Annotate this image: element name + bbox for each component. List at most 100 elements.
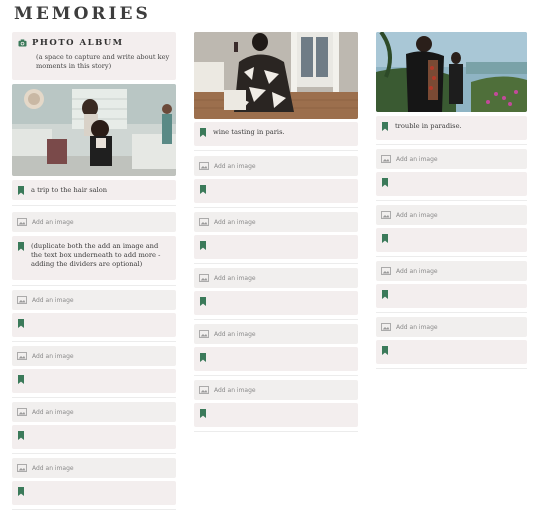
divider [194,319,358,320]
paradise-photo[interactable] [376,32,527,112]
image-icon [199,386,209,394]
divider [376,368,527,369]
caption-card[interactable] [12,313,176,337]
add-image-label: Add an image [396,267,438,275]
photo-album-header[interactable]: PHOTO ALBUM (a space to capture and writ… [12,32,176,80]
page-title: MEMORIES [14,4,151,24]
wine-tasting-photo[interactable] [194,32,358,119]
album-description: (a space to capture and write about key … [36,53,170,70]
image-icon [199,162,209,170]
add-image-button[interactable]: Add an image [376,261,527,281]
paradise-image [376,32,527,112]
image-icon [17,408,27,416]
caption-card[interactable]: (duplicate both the add an image and the… [12,236,176,280]
add-image-button[interactable]: Add an image [194,156,358,176]
caption-card[interactable] [376,172,527,196]
add-image-button[interactable]: Add an image [194,324,358,344]
add-image-label: Add an image [396,211,438,219]
image-icon [381,323,391,331]
caption-card[interactable]: trouble in paradise. [376,116,527,140]
image-icon [17,296,27,304]
image-icon [17,352,27,360]
caption-text: a trip to the hair salon [31,186,108,194]
album-title: PHOTO ALBUM [32,38,124,48]
caption-text: wine tasting in paris. [213,128,285,136]
image-icon [17,218,27,226]
add-image-button[interactable]: Add an image [376,205,527,225]
bookmark-icon [18,487,24,496]
add-image-label: Add an image [396,155,438,163]
bookmark-icon [18,375,24,384]
add-image-button[interactable]: Add an image [12,346,176,366]
divider [194,263,358,264]
image-icon [199,218,209,226]
caption-card[interactable] [194,235,358,259]
add-image-label: Add an image [214,386,256,394]
add-image-label: Add an image [32,218,74,226]
bookmark-icon [382,234,388,243]
caption-card[interactable] [194,403,358,427]
caption-card[interactable]: a trip to the hair salon [12,180,176,200]
add-image-button[interactable]: Add an image [194,380,358,400]
add-image-button[interactable]: Add an image [194,212,358,232]
divider [194,207,358,208]
add-image-label: Add an image [214,162,256,170]
caption-text: (duplicate both the add an image and the… [31,242,161,268]
image-icon [381,155,391,163]
bookmark-icon [200,297,206,306]
caption-card[interactable] [376,228,527,252]
add-image-button[interactable]: Add an image [12,402,176,422]
caption-card[interactable]: wine tasting in paris. [194,122,358,146]
bookmark-icon [200,409,206,418]
divider [194,375,358,376]
bookmark-icon [200,128,206,137]
bookmark-icon [18,242,24,251]
divider [376,144,527,145]
divider [194,150,358,151]
hair-salon-photo[interactable] [12,84,176,176]
caption-card[interactable] [194,291,358,315]
add-image-button[interactable]: Add an image [12,290,176,310]
add-image-label: Add an image [32,352,74,360]
add-image-label: Add an image [214,274,256,282]
add-image-button[interactable]: Add an image [376,149,527,169]
add-image-label: Add an image [32,296,74,304]
caption-card[interactable] [12,425,176,449]
bookmark-icon [200,353,206,362]
divider [12,453,176,454]
caption-card[interactable] [12,369,176,393]
add-image-label: Add an image [32,408,74,416]
divider [376,256,527,257]
add-image-label: Add an image [214,330,256,338]
bookmark-icon [18,431,24,440]
caption-card[interactable] [12,481,176,505]
bookmark-icon [382,346,388,355]
divider [376,200,527,201]
caption-card[interactable] [376,340,527,364]
caption-card[interactable] [194,179,358,203]
caption-card[interactable] [376,284,527,308]
image-icon [199,274,209,282]
caption-text: trouble in paradise. [395,122,462,130]
add-image-label: Add an image [396,323,438,331]
bookmark-icon [382,178,388,187]
image-icon [381,211,391,219]
divider [376,312,527,313]
wine-tasting-image [194,32,358,119]
image-icon [381,267,391,275]
image-icon [199,330,209,338]
add-image-button[interactable]: Add an image [376,317,527,337]
divider [12,397,176,398]
divider [12,205,176,206]
divider [194,431,358,432]
add-image-button[interactable]: Add an image [12,458,176,478]
divider [12,285,176,286]
bookmark-icon [200,241,206,250]
add-image-button[interactable]: Add an image [12,212,176,232]
caption-card[interactable] [194,347,358,371]
bookmark-icon [18,319,24,328]
divider [12,341,176,342]
bookmark-icon [18,186,24,195]
bookmark-icon [200,185,206,194]
add-image-button[interactable]: Add an image [194,268,358,288]
